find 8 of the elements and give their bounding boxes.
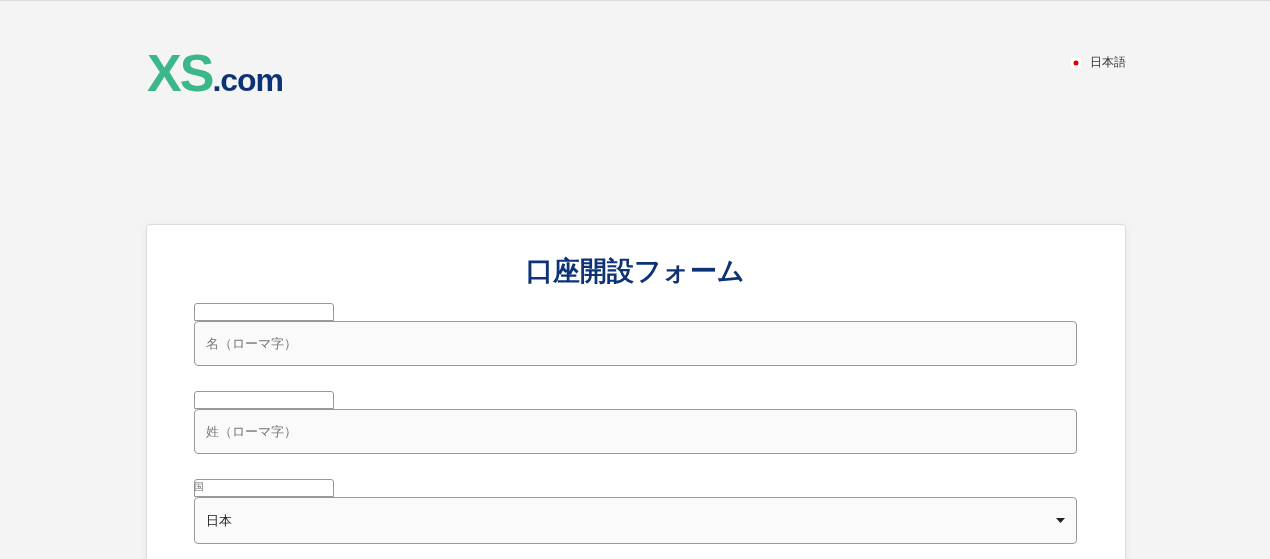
form-title: 口座開設フォーム [525, 255, 746, 288]
caret-icon [1056, 518, 1065, 523]
language-link[interactable]: 日本語 [1090, 54, 1126, 71]
logo[interactable]: XS.com [147, 47, 284, 99]
input-field[interactable]: 名（ローマ字） [194, 321, 1077, 366]
country-dropdown[interactable]: 日本 [194, 497, 1077, 544]
flag-icon [1071, 57, 1081, 68]
input-field[interactable]: 姓（ローマ字） [194, 409, 1077, 454]
